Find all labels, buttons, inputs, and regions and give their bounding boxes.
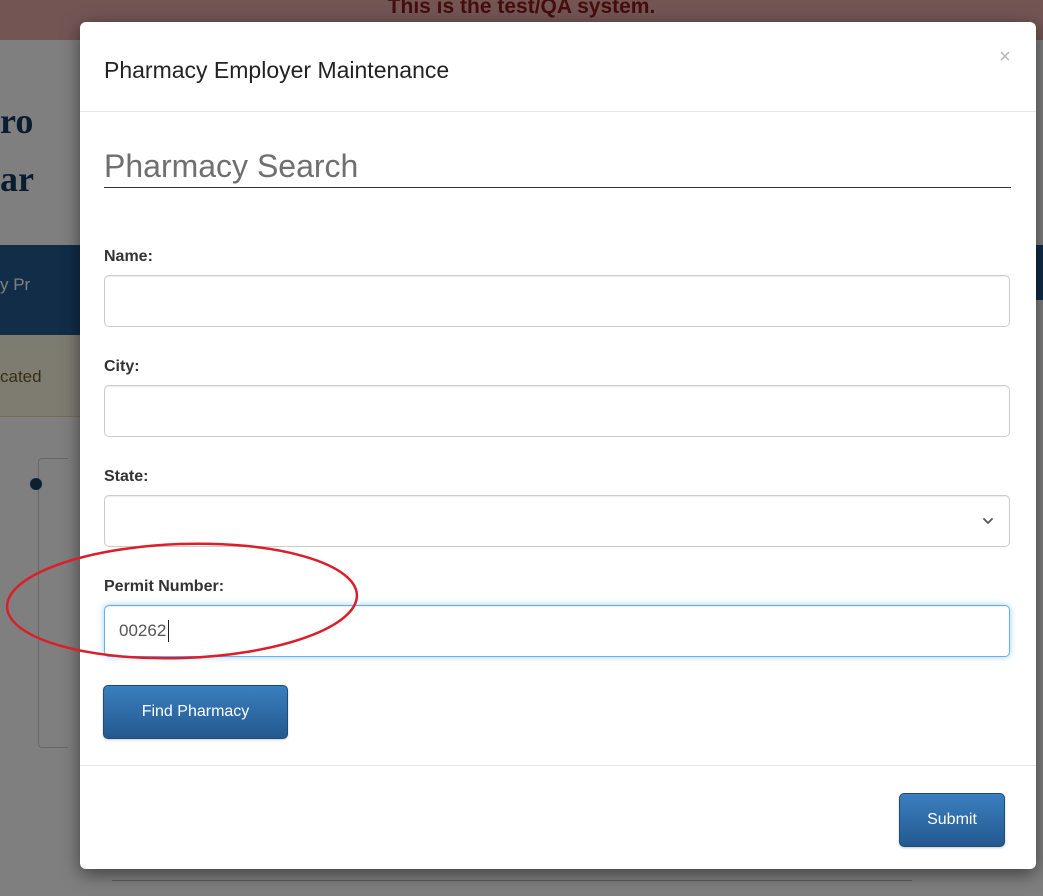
find-pharmacy-button[interactable]: Find Pharmacy	[103, 685, 288, 739]
city-input[interactable]	[104, 385, 1010, 437]
permit-number-input[interactable]: 00262	[104, 605, 1010, 657]
text-cursor	[168, 620, 169, 642]
close-icon[interactable]: ×	[994, 46, 1016, 68]
modal-title: Pharmacy Employer Maintenance	[104, 57, 450, 83]
pharmacy-employer-modal: Pharmacy Employer Maintenance × Pharmacy…	[80, 22, 1036, 869]
permit-number-value: 00262	[119, 621, 167, 640]
name-input[interactable]	[104, 275, 1010, 327]
permit-number-label: Permit Number:	[104, 578, 225, 595]
city-label: City:	[104, 358, 140, 375]
modal-body: Pharmacy Search Name: City: State: Permi…	[80, 113, 1036, 765]
state-select[interactable]	[104, 495, 1010, 547]
modal-footer: Submit	[80, 765, 1036, 869]
chevron-down-icon	[983, 518, 993, 524]
submit-button[interactable]: Submit	[899, 793, 1005, 847]
name-label: Name:	[104, 248, 153, 265]
section-title: Pharmacy Search	[104, 148, 1011, 188]
modal-header: Pharmacy Employer Maintenance ×	[80, 22, 1036, 112]
state-label: State:	[104, 468, 149, 485]
